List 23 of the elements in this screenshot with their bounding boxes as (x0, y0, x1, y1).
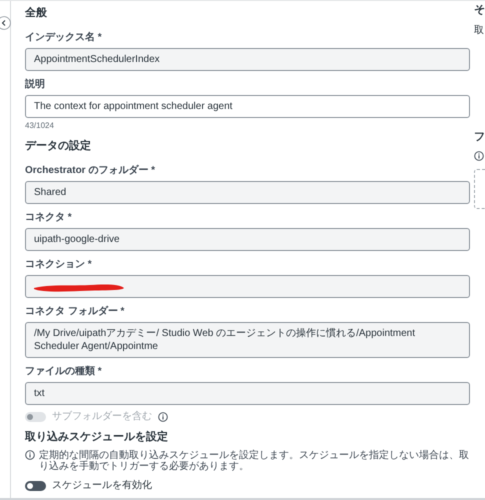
field-label: コネクション * (25, 259, 93, 271)
toggle-label: サブフォルダーを含む (52, 411, 152, 423)
input-field[interactable]: The context for appointment scheduler agent (25, 95, 470, 118)
info-icon (158, 412, 168, 422)
toggle-switch[interactable] (25, 481, 46, 491)
field-label: インデックス名 * (25, 32, 103, 44)
section-title: 全般 (25, 7, 48, 20)
panel-text: 取 (474, 26, 485, 36)
field-label: コネクタ フォルダー * (25, 306, 126, 318)
section-title: 取り込みスケジュールを設定 (25, 431, 169, 444)
section-title: データの設定 (25, 140, 92, 153)
character-counter: 43/1024 (25, 121, 55, 130)
panel-title: そ (474, 5, 485, 16)
info-note: 定期的な間隔の自動取り込みスケジュールを設定します。スケジュールを指定しない場合は、取り込みを手動でトリガーする必要があります。 (39, 450, 470, 472)
info-icon (474, 151, 484, 161)
collapse-button[interactable] (0, 16, 11, 30)
panel-section-title: フ (474, 132, 485, 143)
field-label: Orchestrator のフォルダー * (25, 165, 156, 177)
toggle-label: スケジュールを有効化 (52, 480, 152, 492)
info-icon (25, 450, 35, 460)
field-label: コネクタ * (25, 212, 73, 224)
field-label: ファイルの種類 * (25, 366, 103, 378)
field-label: 説明 (25, 79, 46, 91)
